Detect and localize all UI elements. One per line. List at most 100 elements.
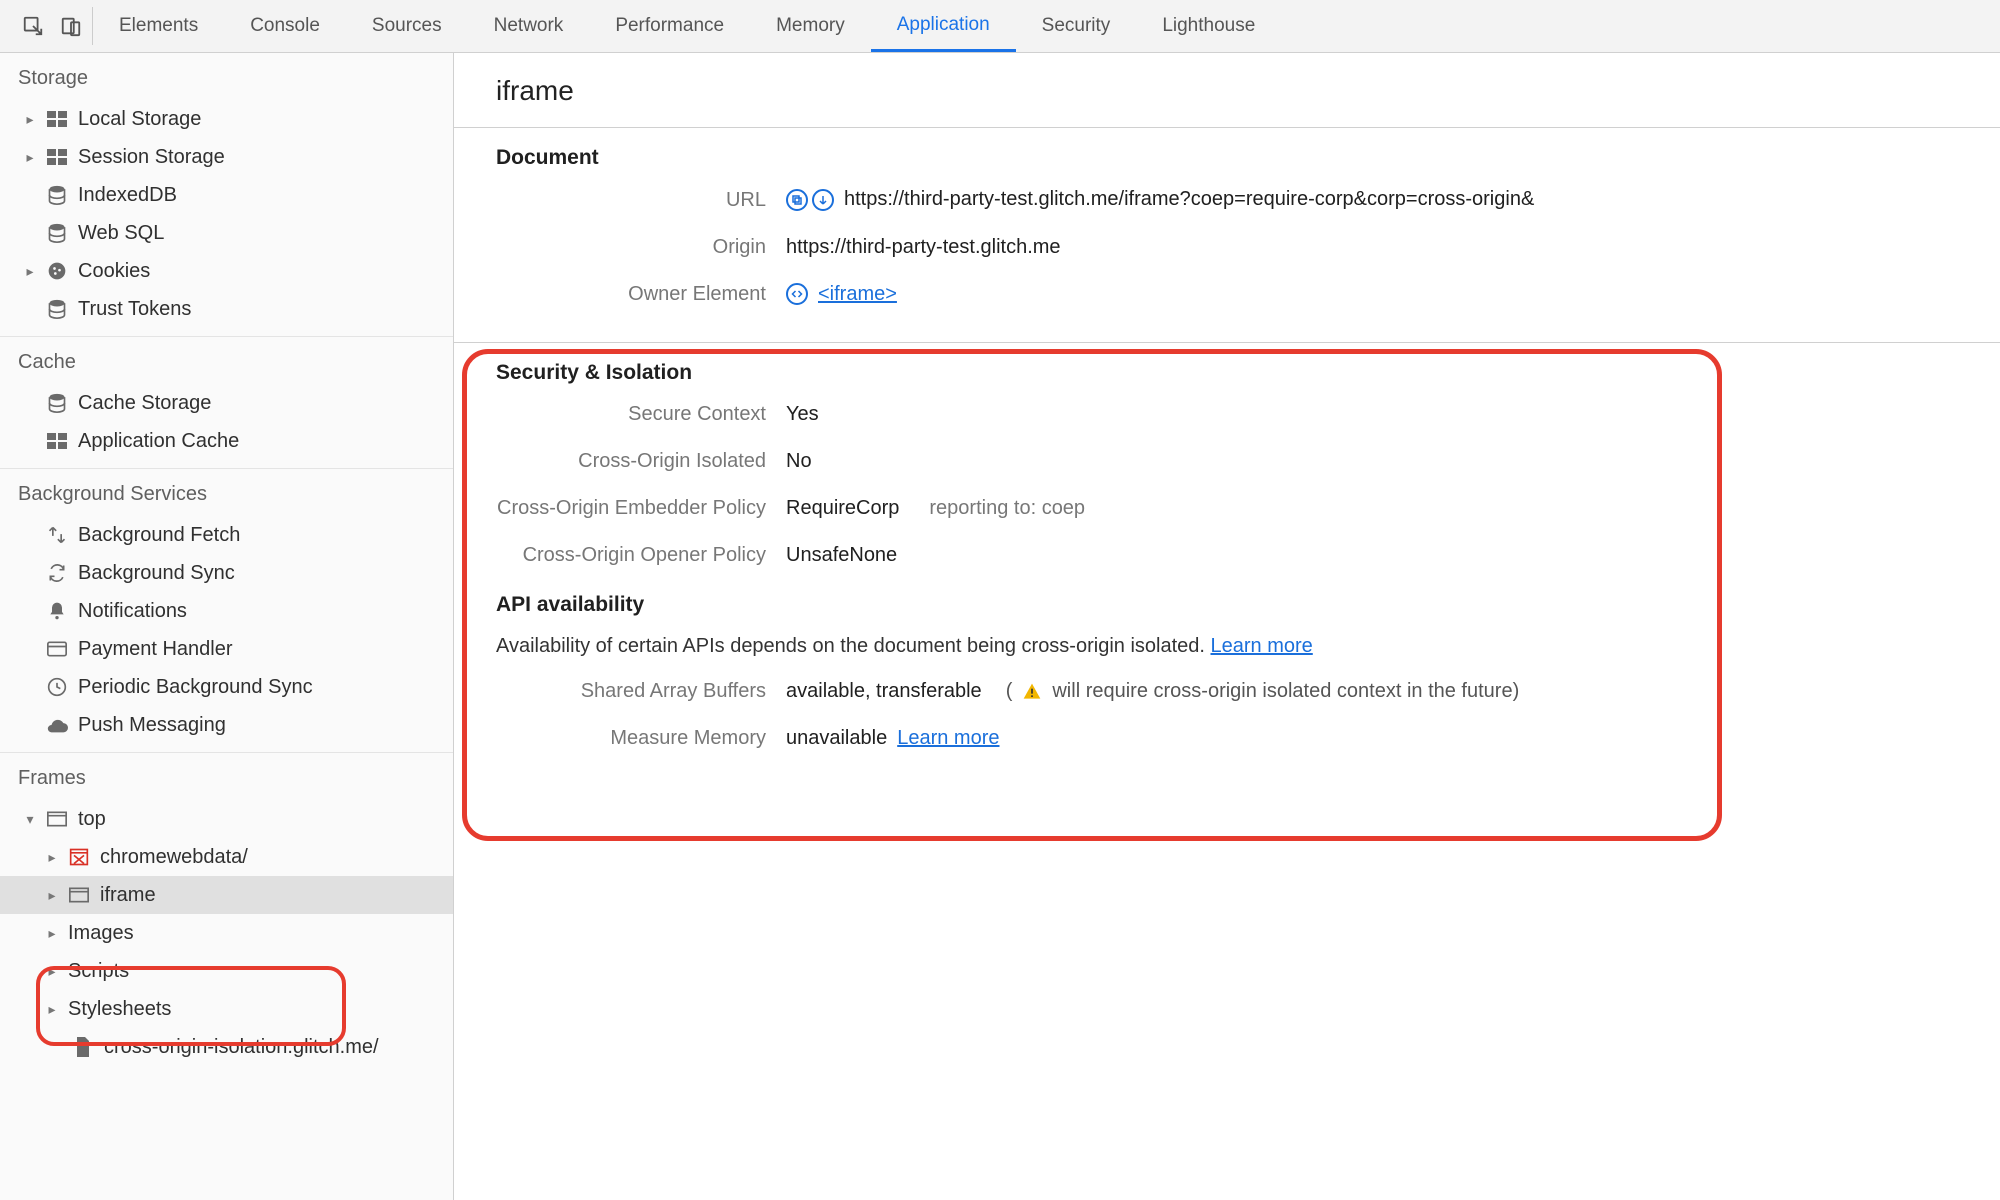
tab-console[interactable]: Console (224, 0, 346, 52)
caret-icon (46, 995, 58, 1023)
sidebar-section-bg: Background Services (0, 469, 453, 516)
sidebar-item-leaf-file[interactable]: cross-origin-isolation.glitch.me/ (0, 1028, 453, 1066)
copy-url-icon[interactable] (786, 189, 808, 211)
toolbar-icon-group (12, 7, 93, 45)
origin-value: https://third-party-test.glitch.me (786, 236, 1061, 259)
sidebar-item-periodic-sync[interactable]: Periodic Background Sync (0, 668, 453, 706)
sidebar-item-label: Notifications (78, 597, 187, 625)
cloud-icon (46, 714, 68, 736)
sidebar-item-label: cross-origin-isolation.glitch.me/ (104, 1033, 379, 1061)
inspect-element-icon[interactable] (22, 15, 44, 37)
sidebar-item-push[interactable]: Push Messaging (0, 706, 453, 744)
sidebar-item-label: chromewebdata/ (100, 843, 248, 871)
device-toggle-icon[interactable] (60, 15, 82, 37)
warning-icon (1022, 682, 1042, 702)
caret-icon (46, 843, 58, 871)
database-icon (46, 298, 68, 320)
sidebar-item-label: Local Storage (78, 105, 201, 133)
mm-value: unavailable (786, 727, 887, 750)
caret-icon (46, 957, 58, 985)
devtools-tabs: Elements Console Sources Network Perform… (93, 0, 1281, 52)
security-heading: Security & Isolation (496, 361, 1958, 385)
caret-icon (24, 105, 36, 133)
sidebar-item-label: top (78, 805, 106, 833)
caret-icon (24, 257, 36, 285)
fetch-icon (46, 524, 68, 546)
url-label: URL (496, 189, 766, 212)
mm-label: Measure Memory (496, 727, 766, 750)
sidebar-item-top-frame[interactable]: top (0, 800, 453, 838)
caret-icon (24, 143, 36, 171)
sab-label: Shared Array Buffers (496, 680, 766, 703)
url-value: https://third-party-test.glitch.me/ifram… (844, 188, 1534, 211)
sidebar-item-stylesheets[interactable]: Stylesheets (0, 990, 453, 1028)
tab-elements[interactable]: Elements (93, 0, 224, 52)
tab-performance[interactable]: Performance (589, 0, 750, 52)
sidebar-item-bg-sync[interactable]: Background Sync (0, 554, 453, 592)
sidebar-item-label: Scripts (68, 957, 129, 985)
coop-label: Cross-Origin Opener Policy (496, 544, 766, 567)
sidebar-item-label: Stylesheets (68, 995, 171, 1023)
sidebar-item-label: IndexedDB (78, 181, 177, 209)
coi-label: Cross-Origin Isolated (496, 450, 766, 473)
sidebar-item-label: Trust Tokens (78, 295, 191, 323)
sidebar-item-session-storage[interactable]: Session Storage (0, 138, 453, 176)
error-frame-icon (68, 846, 90, 868)
tab-sources[interactable]: Sources (346, 0, 468, 52)
sidebar-section-frames: Frames (0, 753, 453, 800)
api-heading: API availability (496, 593, 1958, 617)
sidebar-item-local-storage[interactable]: Local Storage (0, 100, 453, 138)
table-icon (46, 108, 68, 130)
caret-icon (46, 919, 58, 947)
sidebar-item-label: Push Messaging (78, 711, 226, 739)
document-heading: Document (496, 146, 1958, 170)
coep-reporting-value: coep (1042, 497, 1085, 519)
caret-icon (24, 805, 36, 833)
window-icon (68, 884, 90, 906)
coi-value: No (786, 450, 812, 473)
sab-warning-text: will require cross-origin isolated conte… (1052, 680, 1519, 703)
tab-application[interactable]: Application (871, 0, 1016, 52)
tab-network[interactable]: Network (468, 0, 590, 52)
tab-memory[interactable]: Memory (750, 0, 871, 52)
sidebar-item-cookies[interactable]: Cookies (0, 252, 453, 290)
sidebar-item-label: Periodic Background Sync (78, 673, 313, 701)
page-title: iframe (454, 53, 2000, 128)
owner-link[interactable]: <iframe> (818, 283, 897, 306)
sidebar-item-trust-tokens[interactable]: Trust Tokens (0, 290, 453, 328)
table-icon (46, 146, 68, 168)
open-url-icon[interactable] (812, 189, 834, 211)
table-icon (46, 430, 68, 452)
sidebar-item-label: Cookies (78, 257, 150, 285)
sidebar-item-label: Images (68, 919, 134, 947)
tab-lighthouse[interactable]: Lighthouse (1136, 0, 1281, 52)
sidebar-item-notifications[interactable]: Notifications (0, 592, 453, 630)
sidebar-item-images[interactable]: Images (0, 914, 453, 952)
sidebar-item-indexeddb[interactable]: IndexedDB (0, 176, 453, 214)
sidebar-item-payment[interactable]: Payment Handler (0, 630, 453, 668)
window-icon (46, 808, 68, 830)
frame-details-pane: iframe Document URL https://third-party-… (454, 53, 2000, 1200)
origin-label: Origin (496, 236, 766, 259)
tab-security[interactable]: Security (1016, 0, 1137, 52)
file-icon (72, 1036, 94, 1058)
database-icon (46, 184, 68, 206)
sidebar-item-bg-fetch[interactable]: Background Fetch (0, 516, 453, 554)
sidebar-item-chromewebdata[interactable]: chromewebdata/ (0, 838, 453, 876)
sidebar-item-label: Session Storage (78, 143, 225, 171)
database-icon (46, 222, 68, 244)
sidebar-item-cache-storage[interactable]: Cache Storage (0, 384, 453, 422)
card-icon (46, 638, 68, 660)
mm-learn-more[interactable]: Learn more (897, 727, 999, 750)
sidebar-item-websql[interactable]: Web SQL (0, 214, 453, 252)
sidebar-item-iframe[interactable]: iframe (0, 876, 453, 914)
sidebar-section-storage: Storage (0, 53, 453, 100)
sidebar-item-label: iframe (100, 881, 156, 909)
sidebar-item-label: Payment Handler (78, 635, 233, 663)
coep-label: Cross-Origin Embedder Policy (496, 497, 766, 520)
sab-value: available, transferable (786, 680, 982, 703)
sidebar-item-scripts[interactable]: Scripts (0, 952, 453, 990)
sidebar-item-application-cache[interactable]: Application Cache (0, 422, 453, 460)
owner-label: Owner Element (496, 283, 766, 306)
api-learn-more[interactable]: Learn more (1211, 635, 1313, 657)
